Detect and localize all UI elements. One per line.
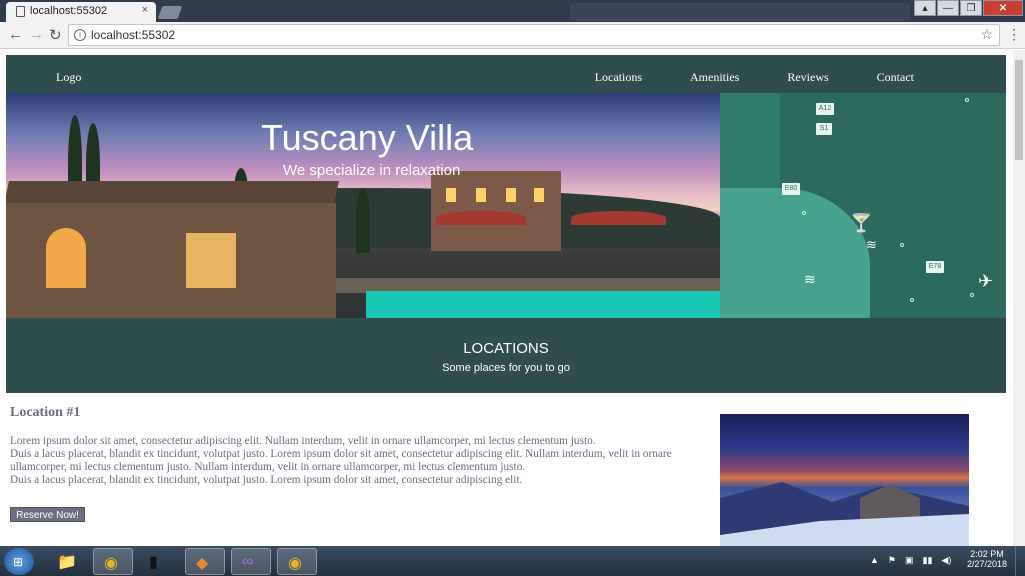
- new-tab-button[interactable]: [157, 6, 183, 19]
- map-road-label: E80: [782, 183, 800, 195]
- network-icon[interactable]: ▮▮: [923, 555, 933, 566]
- villa-window: [476, 188, 486, 202]
- taskbar-terminal[interactable]: ▮: [139, 548, 179, 575]
- tab-title: localhost:55302: [30, 5, 108, 17]
- bookmark-star-icon[interactable]: ☆: [980, 26, 993, 43]
- browser-menu-icon[interactable]: ⋮: [1007, 26, 1021, 43]
- pin-button[interactable]: ▴: [914, 0, 936, 16]
- forward-arrow-icon[interactable]: →: [29, 26, 44, 43]
- hero-title: Tuscany Villa: [261, 117, 474, 158]
- area-map[interactable]: A12 S1 E80 E78 🍸 ≋ ≋ ✈: [720, 93, 1006, 318]
- map-road-label: S1: [816, 123, 832, 135]
- villa-window: [506, 188, 516, 202]
- show-desktop-button[interactable]: [1015, 546, 1025, 576]
- map-location-dot: [802, 211, 806, 215]
- cocktail-icon: 🍸: [850, 213, 873, 233]
- back-arrow-icon[interactable]: ←: [8, 26, 23, 43]
- browser-toolbar: ← → ↻ i localhost:55302 ☆ ⋮: [0, 22, 1025, 49]
- site-navbar: Logo Locations Amenities Reviews Contact: [6, 55, 1006, 93]
- map-location-dot: [910, 298, 914, 302]
- map-location-dot: [970, 293, 974, 297]
- clock-date: 2/27/2018: [966, 559, 1008, 569]
- nav-link-amenities[interactable]: Amenities: [690, 70, 739, 85]
- scrollbar-thumb[interactable]: [1015, 60, 1023, 160]
- location-paragraph: Duis a lacus placerat, blandit ex tincid…: [10, 474, 523, 486]
- location-paragraph: Duis a lacus placerat, blandit ex tincid…: [10, 448, 672, 473]
- close-tab-icon[interactable]: ×: [142, 4, 148, 16]
- hero-banner: Tuscany Villa We specialize in relaxatio…: [6, 93, 720, 318]
- villa-window: [446, 188, 456, 202]
- folder-icon: 📁: [57, 554, 77, 571]
- system-tray: ▲ ⚑ ▣ ▮▮ ◀): [870, 555, 960, 566]
- minimize-button[interactable]: —: [937, 0, 959, 16]
- windows-logo-icon: ⊞: [13, 555, 24, 569]
- villa-window: [534, 188, 544, 202]
- address-bar[interactable]: i localhost:55302 ☆: [68, 24, 1000, 46]
- nav-link-contact[interactable]: Contact: [877, 70, 914, 85]
- taskbar-chrome-active[interactable]: ◉: [277, 548, 317, 575]
- taskbar-file-explorer[interactable]: 📁: [47, 548, 87, 575]
- location-paragraph: Lorem ipsum dolor sit amet, consectetur …: [10, 435, 596, 447]
- clock-time: 2:02 PM: [970, 549, 1004, 559]
- background-windows: [570, 3, 910, 21]
- page-scrollbar[interactable]: [1013, 50, 1025, 546]
- page-viewport: Logo Locations Amenities Reviews Contact…: [0, 50, 1013, 546]
- taskbar-git-tool[interactable]: ◆: [185, 548, 225, 575]
- window-controls: ▴ — ❐ ✕: [913, 0, 1023, 16]
- reload-icon[interactable]: ↻: [49, 26, 62, 44]
- location-title: Location #1: [10, 405, 81, 420]
- map-road-label: A12: [816, 103, 834, 115]
- lit-window: [186, 233, 236, 288]
- volume-icon[interactable]: ◀): [941, 555, 951, 566]
- airport-icon: ✈: [978, 271, 994, 291]
- locations-subheading: Some places for you to go: [442, 362, 570, 374]
- cypress-tree: [356, 188, 370, 253]
- chrome-icon: ◉: [288, 555, 302, 572]
- patio-umbrella: [436, 211, 526, 225]
- show-hidden-icons-icon[interactable]: ▲: [870, 555, 879, 566]
- taskbar-chrome[interactable]: ◉: [93, 548, 133, 575]
- taskbar-visual-studio[interactable]: ∞: [231, 548, 271, 575]
- beach-waves-icon: ≋: [866, 237, 877, 252]
- locations-section-header: LOCATIONS Some places for you to go: [6, 318, 1006, 393]
- maximize-button[interactable]: ❐: [960, 0, 982, 16]
- hero-subtitle: We specialize in relaxation: [283, 162, 461, 179]
- url-text[interactable]: localhost:55302: [91, 28, 175, 42]
- locations-heading: LOCATIONS: [463, 340, 549, 357]
- device-icon[interactable]: ▣: [905, 555, 914, 566]
- photo-stone-hut: [860, 484, 920, 519]
- taskbar-clock[interactable]: 2:02 PM 2/27/2018: [965, 549, 1009, 569]
- action-center-flag-icon[interactable]: ⚑: [888, 555, 896, 566]
- start-button[interactable]: ⊞: [4, 548, 34, 575]
- location-card: Location #1 Lorem ipsum dolor sit amet, …: [10, 405, 715, 522]
- nav-links: Locations Amenities Reviews Contact: [547, 70, 914, 85]
- terminal-icon: ▮: [149, 554, 158, 571]
- patio-umbrella: [571, 211, 666, 225]
- close-window-button[interactable]: ✕: [983, 0, 1023, 16]
- lit-doorway: [46, 228, 86, 288]
- location-photo: [720, 414, 969, 546]
- map-road-label: E78: [926, 261, 944, 273]
- browser-tab[interactable]: localhost:55302 ×: [6, 2, 156, 22]
- site-info-icon[interactable]: i: [74, 29, 86, 41]
- nav-link-locations[interactable]: Locations: [595, 70, 642, 85]
- nav-link-reviews[interactable]: Reviews: [787, 70, 828, 85]
- windows-taskbar: ⊞ 📁 ◉ ▮ ◆ ∞ ◉ ▲ ⚑ ▣ ▮▮ ◀) 2:02 PM 2/27/2…: [0, 546, 1025, 576]
- reserve-now-button[interactable]: Reserve Now!: [10, 507, 85, 522]
- map-location-dot: [965, 98, 969, 102]
- site-logo[interactable]: Logo: [56, 70, 81, 85]
- swimming-pool: [366, 291, 720, 318]
- visual-studio-icon: ∞: [242, 553, 254, 570]
- page-icon: [16, 6, 25, 17]
- map-location-dot: [900, 243, 904, 247]
- git-icon: ◆: [196, 555, 209, 572]
- chrome-icon: ◉: [104, 555, 118, 572]
- water-waves-icon: ≋: [804, 271, 816, 287]
- browser-tab-strip: localhost:55302 × ▴ — ❐ ✕: [0, 0, 1025, 22]
